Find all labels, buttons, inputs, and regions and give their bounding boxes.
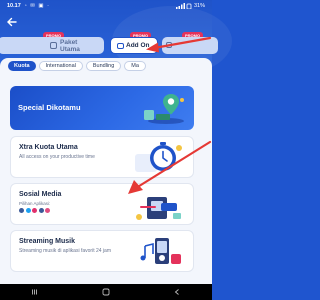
status-system-icons: ◦ ✉ ▣ · — [24, 3, 50, 9]
twitter-icon — [25, 208, 31, 213]
social-app-icon — [45, 208, 50, 213]
card-xtra-kuota-utama[interactable]: Xtra Kuota Utama All access on your prod… — [10, 136, 194, 178]
signal-icon — [175, 3, 192, 9]
top-tab-bar: Paket Utama Add On — [0, 37, 218, 55]
instagram-icon — [32, 208, 37, 213]
card-title: Sosial Media — [19, 191, 62, 198]
nav-recents-button[interactable] — [30, 287, 40, 297]
tab-label: Paket Utama — [60, 38, 80, 53]
chip-kuota[interactable]: Kuota — [8, 61, 36, 71]
package-icon — [166, 42, 172, 48]
category-chips: Kuota International Bundling Ma — [8, 61, 146, 73]
apps-label: Pilihan Aplikasi: — [19, 201, 51, 206]
battery-level: 31% — [193, 3, 205, 9]
tab-paket-utama[interactable]: Paket Utama — [0, 37, 104, 54]
status-time: 10.17 — [7, 3, 21, 9]
location-pin-illustration-icon — [144, 94, 184, 124]
social-media-illustration-icon — [136, 197, 181, 220]
tab-add-on[interactable]: Add On — [110, 37, 158, 54]
card-sosial-media[interactable]: Sosial Media Pilihan Aplikasi: — [10, 183, 194, 225]
chip-more[interactable]: Ma — [124, 61, 146, 71]
chip-international[interactable]: International — [38, 61, 83, 71]
tab-more[interactable] — [162, 37, 218, 54]
card-title: Streaming Musik — [19, 238, 76, 245]
system-navigation-bar — [0, 284, 212, 300]
music-player-illustration-icon — [140, 238, 181, 264]
add-on-icon — [117, 43, 124, 49]
app-icon-row — [19, 208, 50, 213]
card-title: Xtra Kuota Utama — [19, 144, 78, 151]
card-special-dikotamu[interactable]: Special Dikotamu — [10, 86, 194, 130]
back-arrow-icon[interactable] — [6, 16, 18, 28]
card-title: Special Dikotamu — [18, 103, 81, 112]
package-icon — [50, 42, 57, 49]
card-description: All access on your productive time — [19, 154, 95, 160]
nav-back-button[interactable] — [172, 287, 182, 297]
card-streaming-musik[interactable]: Streaming Musik Streaming musik di aplik… — [10, 230, 194, 272]
card-description: Streaming musik di aplikasi favorit 24 j… — [19, 248, 111, 254]
stopwatch-illustration-icon — [135, 142, 182, 172]
status-bar: 10.17 ◦ ✉ ▣ · 31% — [0, 0, 212, 12]
nav-home-button[interactable] — [101, 287, 111, 297]
messenger-icon — [38, 208, 44, 213]
main-content: Kuota International Bundling Ma Special … — [0, 58, 212, 284]
tab-label: Add On — [126, 42, 150, 49]
chip-bundling[interactable]: Bundling — [85, 61, 122, 71]
facebook-icon — [19, 208, 24, 213]
